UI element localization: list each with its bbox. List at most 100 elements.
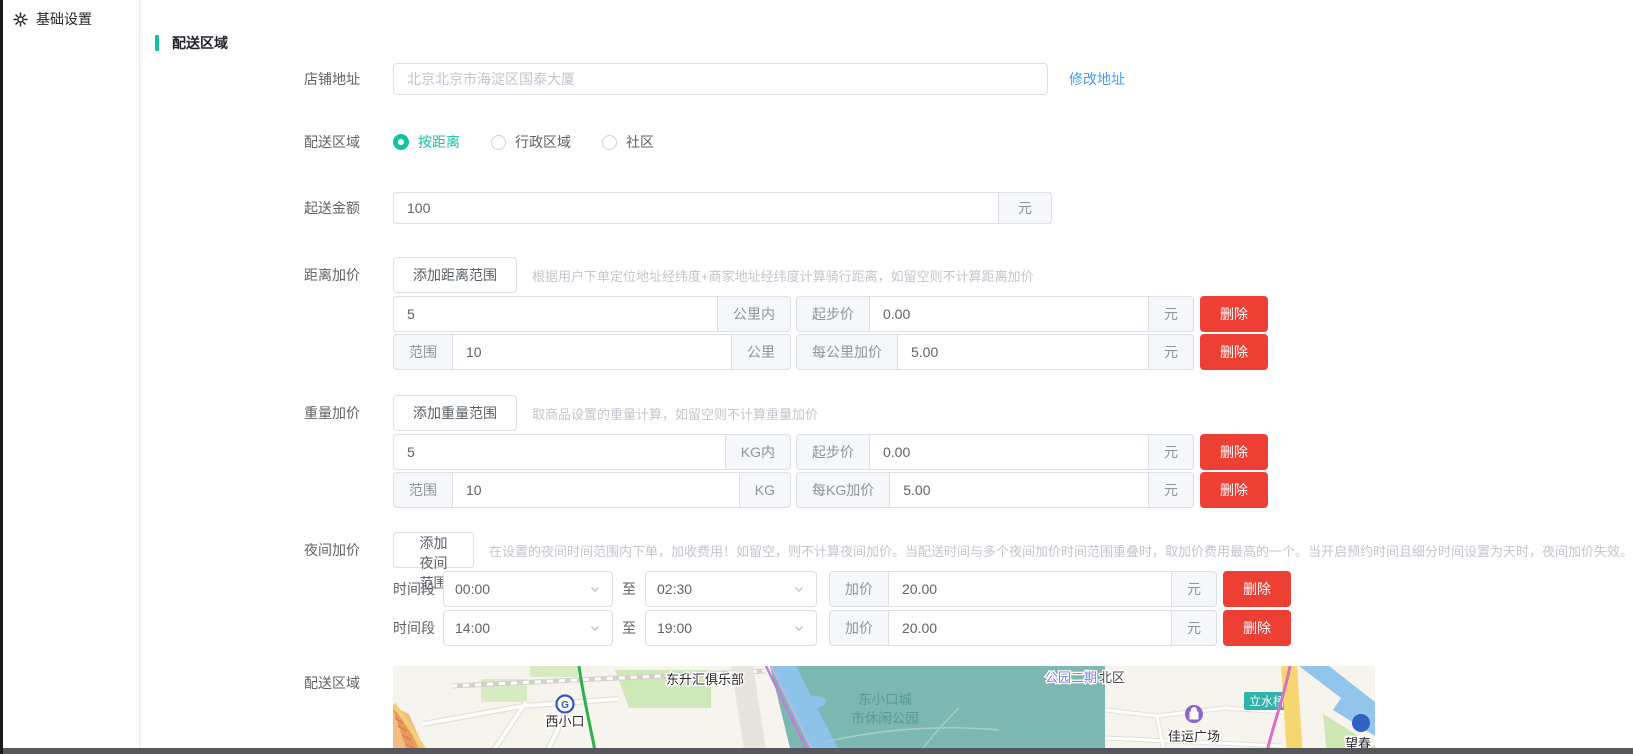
radio-selected-icon (393, 134, 409, 150)
night-time-row-2: 时间段 14:00 至 19:00 加价 元 删除 (155, 610, 1633, 646)
weight-within-input[interactable] (394, 435, 725, 469)
time-slot-label: 时间段 (393, 579, 435, 599)
weight-range-prefix: 范围 (393, 472, 453, 508)
add-distance-range-button[interactable]: 添加距离范围 (393, 257, 517, 293)
end-time-select-1[interactable]: 02:30 (645, 571, 817, 607)
delete-night-row-1-button[interactable]: 删除 (1223, 571, 1291, 607)
night-price-field (888, 610, 1172, 646)
delivery-area-map[interactable]: G 西小口 东升汇俱乐部 东小口城 市休闲公园 公园二期 北区 (393, 666, 1375, 748)
night-markup-row: 夜间加价 添加夜间范围 在设置的夜间时间范围内下单，加收费用！如留空，则不计算夜… (155, 532, 1633, 568)
night-price-unit: 元 (1171, 571, 1217, 607)
modify-address-link[interactable]: 修改地址 (1069, 69, 1125, 89)
distance-within-input[interactable] (394, 297, 717, 331)
sidebar-item-basic-settings[interactable]: 基础设置 (3, 0, 139, 38)
radio-community[interactable]: 社区 (602, 132, 654, 152)
weight-base-price-unit: 元 (1148, 434, 1194, 470)
delete-distance-row-1-button[interactable]: 删除 (1200, 296, 1268, 332)
night-time-row-1: 时间段 00:00 至 02:30 加价 元 删除 (155, 571, 1633, 607)
range-prefix: 范围 (393, 334, 453, 370)
start-time-select-1[interactable]: 00:00 (443, 571, 613, 607)
night-price-unit: 元 (1171, 610, 1217, 646)
area-type-row: 配送区域 按距离 行政区域 社区 (155, 132, 1633, 152)
min-amount-input[interactable] (394, 193, 998, 223)
per-kg-price-input[interactable] (890, 473, 1148, 507)
distance-within-unit: 公里内 (717, 296, 791, 332)
delete-weight-row-2-button[interactable]: 删除 (1200, 472, 1268, 508)
per-km-prefix: 每公里加价 (796, 334, 898, 370)
night-price-input-1[interactable] (889, 572, 1171, 606)
map-label-park-line2: 市休闲公园 (851, 710, 919, 726)
per-km-price-unit: 元 (1148, 334, 1194, 370)
map-label-park-phase2: 公园二期 (1045, 670, 1097, 685)
base-price-field (869, 296, 1149, 332)
delivery-area-map-row: 配送区域 (155, 666, 1633, 748)
weight-hint: 取商品设置的重量计算，如留空则不计算重量加价 (532, 404, 818, 423)
weight-value-field (393, 434, 726, 470)
main-content: 配送区域 店铺地址 修改地址 配送区域 按距离 行政区域 社区 起送金额 (141, 0, 1633, 748)
chevron-down-icon (793, 622, 805, 634)
weight-range-row-1: KG内 起步价 元 删除 (155, 434, 1633, 470)
weight-base-price-input[interactable] (870, 435, 1148, 469)
weight-within-unit: KG内 (725, 434, 791, 470)
add-night-range-button[interactable]: 添加夜间范围 (393, 532, 474, 568)
map-label-jiayun: 佳运广场 (1168, 729, 1220, 744)
night-price-prefix: 加价 (829, 610, 889, 646)
map-label-park-line1: 东小口城 (858, 692, 912, 707)
window-bottom-edge (0, 748, 1633, 754)
store-address-row: 店铺地址 修改地址 (155, 63, 1633, 95)
base-price-input[interactable] (870, 297, 1148, 331)
distance-hint: 根据用户下单定位地址经纬度+商家地址经纬度计算骑行距离，如留空则不计算距离加价 (532, 266, 1034, 285)
weight-range-field (452, 472, 740, 508)
night-price-field (888, 571, 1172, 607)
map-label-wangchun: 望春 (1345, 736, 1371, 748)
map-label-north-zone: 北区 (1099, 670, 1125, 685)
metro-logo-glyph: G (561, 700, 569, 711)
section-title: 配送区域 (172, 33, 228, 53)
gear-icon (13, 12, 28, 27)
radio-admin-region[interactable]: 行政区域 (491, 132, 571, 152)
map-label: 配送区域 (155, 666, 393, 693)
sidebar-item-label: 基础设置 (36, 9, 92, 29)
add-weight-range-button[interactable]: 添加重量范围 (393, 395, 517, 431)
poi-icon (1352, 714, 1370, 732)
per-km-price-input[interactable] (898, 335, 1148, 369)
base-price-unit: 元 (1148, 296, 1194, 332)
section-accent-bar (155, 35, 159, 51)
start-time-select-2[interactable]: 14:00 (443, 610, 613, 646)
weight-range-input[interactable] (453, 473, 739, 507)
delete-weight-row-1-button[interactable]: 删除 (1200, 434, 1268, 470)
min-amount-row: 起送金额 元 (155, 192, 1633, 224)
per-kg-prefix: 每KG加价 (796, 472, 890, 508)
map-label-club: 东升汇俱乐部 (666, 672, 744, 687)
chevron-down-icon (793, 583, 805, 595)
distance-range-input[interactable] (453, 335, 731, 369)
area-type-label: 配送区域 (155, 132, 393, 152)
base-price-prefix: 起步价 (796, 296, 870, 332)
radio-unselected-icon (491, 135, 506, 150)
delete-distance-row-2-button[interactable]: 删除 (1200, 334, 1268, 370)
min-amount-field (393, 192, 999, 224)
radio-by-distance[interactable]: 按距离 (393, 132, 460, 152)
store-address-input[interactable] (394, 64, 1047, 94)
map-label-xixiaokou: 西小口 (545, 714, 584, 729)
min-amount-unit: 元 (998, 192, 1052, 224)
window-left-edge (0, 0, 3, 754)
radio-unselected-icon (602, 135, 617, 150)
delete-night-row-2-button[interactable]: 删除 (1223, 610, 1291, 646)
sidebar: 基础设置 (3, 0, 140, 748)
per-kg-price-unit: 元 (1148, 472, 1194, 508)
distance-range-field (452, 334, 732, 370)
per-km-price-field (897, 334, 1149, 370)
weight-markup-label: 重量加价 (155, 403, 393, 423)
weight-base-price-prefix: 起步价 (796, 434, 870, 470)
distance-value-field (393, 296, 718, 332)
distance-markup-row: 距离加价 添加距离范围 根据用户下单定位地址经纬度+商家地址经纬度计算骑行距离，… (155, 257, 1633, 293)
end-time-select-2[interactable]: 19:00 (645, 610, 817, 646)
night-price-input-2[interactable] (889, 611, 1171, 645)
store-address-label: 店铺地址 (155, 69, 393, 89)
distance-range-row-2: 范围 公里 每公里加价 元 删除 (155, 334, 1633, 370)
chevron-down-icon (589, 583, 601, 595)
weight-range-row-2: 范围 KG 每KG加价 元 删除 (155, 472, 1633, 508)
distance-range-unit: 公里 (731, 334, 791, 370)
to-label: 至 (622, 618, 636, 638)
